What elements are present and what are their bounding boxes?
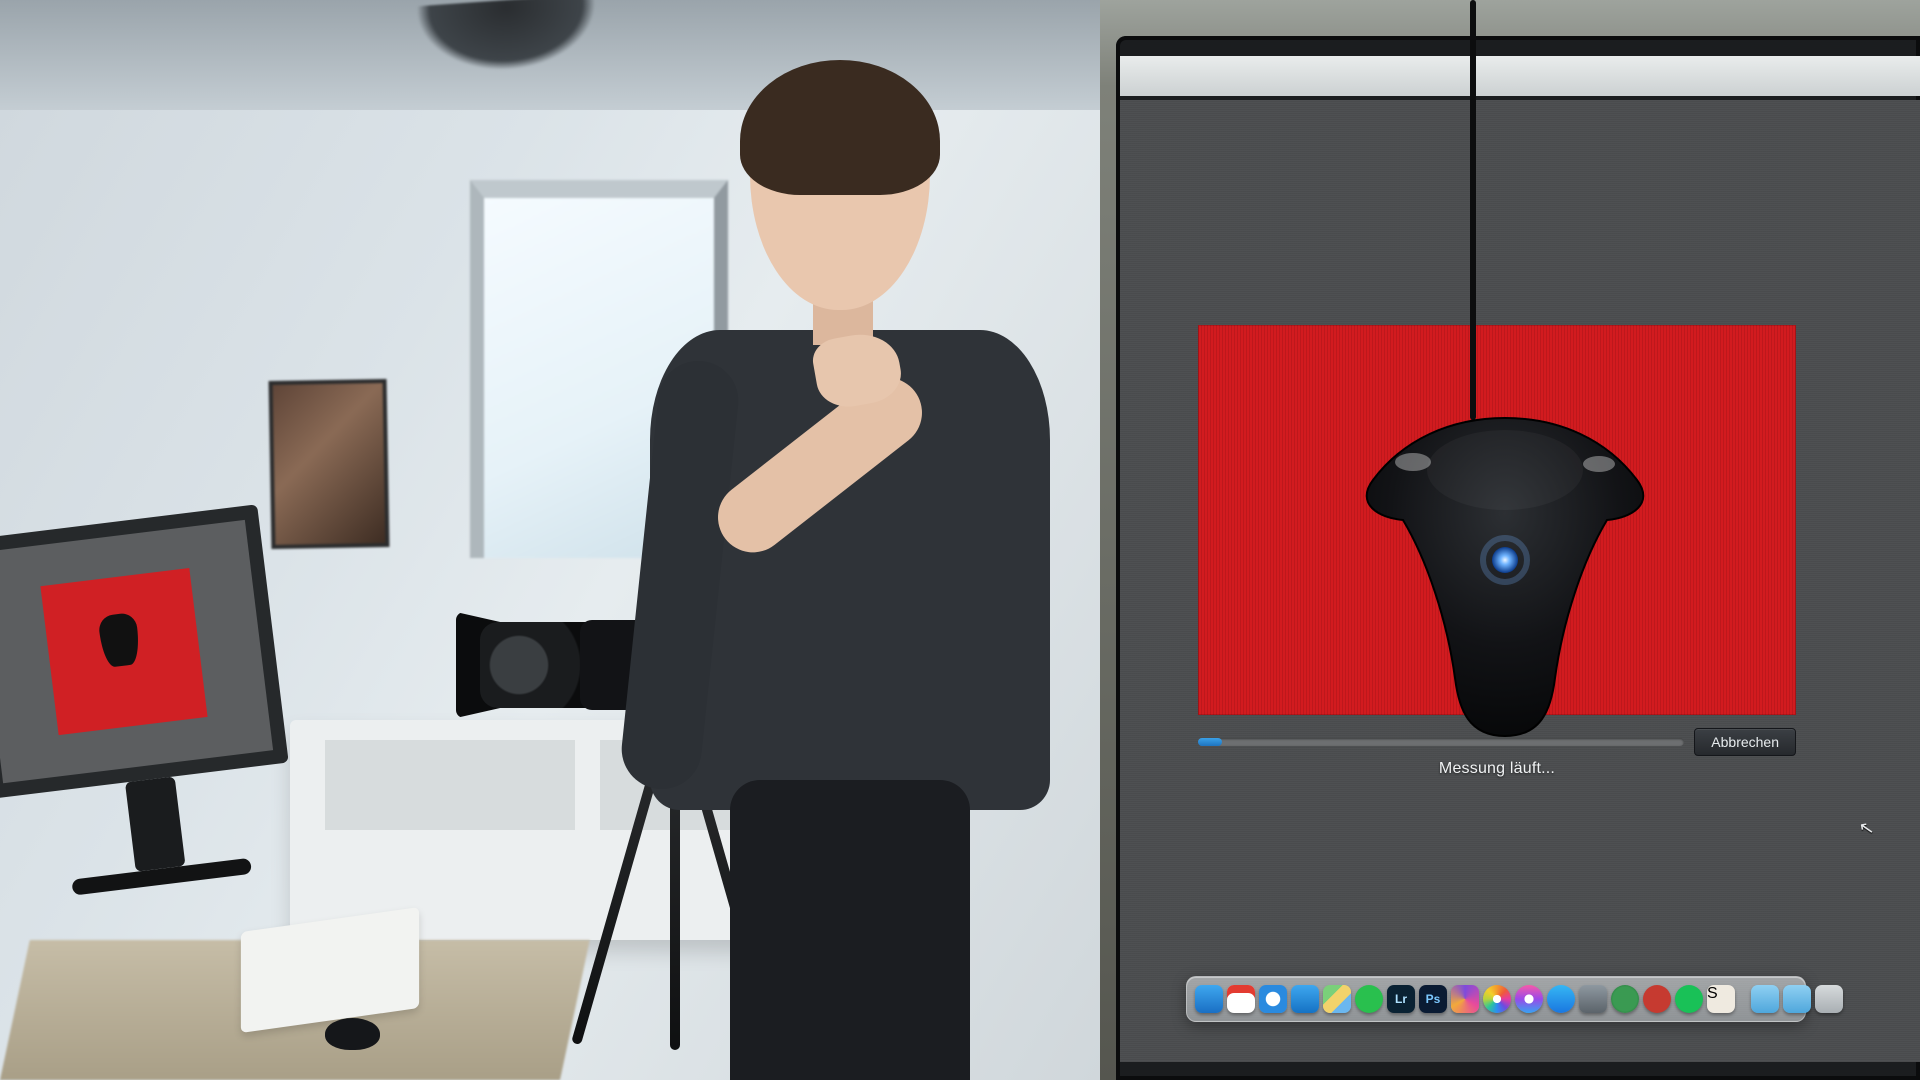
dock-app-mail[interactable] — [1291, 985, 1319, 1013]
colorimeter-device — [1355, 410, 1655, 740]
dock-app-appstore[interactable] — [1547, 985, 1575, 1013]
mini-calibration-patch — [41, 568, 208, 736]
dock-app-utility[interactable] — [1579, 985, 1607, 1013]
macos-dock[interactable]: Lr Ps S — [1186, 976, 1806, 1022]
desk-monitor — [0, 502, 321, 898]
dock-app-red[interactable] — [1643, 985, 1671, 1013]
monitor-closeup: Abbrechen Messung läuft... ↖ Lr Ps — [1100, 0, 1920, 1080]
wall-framed-photo — [269, 379, 390, 549]
sensor-usb-cable — [1470, 0, 1476, 420]
dock-folder-documents[interactable] — [1783, 985, 1811, 1013]
mini-sensor-silhouette — [97, 612, 141, 668]
dock-folder-downloads[interactable] — [1751, 985, 1779, 1013]
dock-app-skitch[interactable]: S — [1707, 985, 1735, 1013]
dock-app-whatsapp[interactable] — [1355, 985, 1383, 1013]
window-titlebar-strip — [1120, 56, 1920, 96]
progress-bar-fill — [1198, 738, 1222, 746]
dock-app-finder[interactable] — [1195, 985, 1223, 1013]
dock-app-spotify[interactable] — [1675, 985, 1703, 1013]
cancel-button[interactable]: Abbrechen — [1694, 728, 1796, 756]
dock-app-imovie[interactable] — [1451, 985, 1479, 1013]
dock-app-itunes[interactable] — [1515, 985, 1543, 1013]
dock-app-photos[interactable] — [1483, 985, 1511, 1013]
photo-scene — [0, 0, 1100, 1080]
dock-app-safari[interactable] — [1259, 985, 1287, 1013]
calibration-app-window: Abbrechen Messung läuft... ↖ Lr Ps — [1120, 100, 1920, 1062]
dock-app-calendar[interactable] — [1227, 985, 1255, 1013]
dock-app-browser[interactable] — [1611, 985, 1639, 1013]
desk-mouse — [325, 1018, 380, 1050]
dock-app-maps[interactable] — [1323, 985, 1351, 1013]
person — [640, 80, 1070, 1080]
status-text: Messung läuft... — [1198, 760, 1796, 778]
mouse-cursor-icon: ↖ — [1857, 817, 1876, 840]
dock-app-photoshop[interactable]: Ps — [1419, 985, 1447, 1013]
dock-app-lightroom[interactable]: Lr — [1387, 985, 1415, 1013]
dock-trash[interactable] — [1815, 985, 1843, 1013]
